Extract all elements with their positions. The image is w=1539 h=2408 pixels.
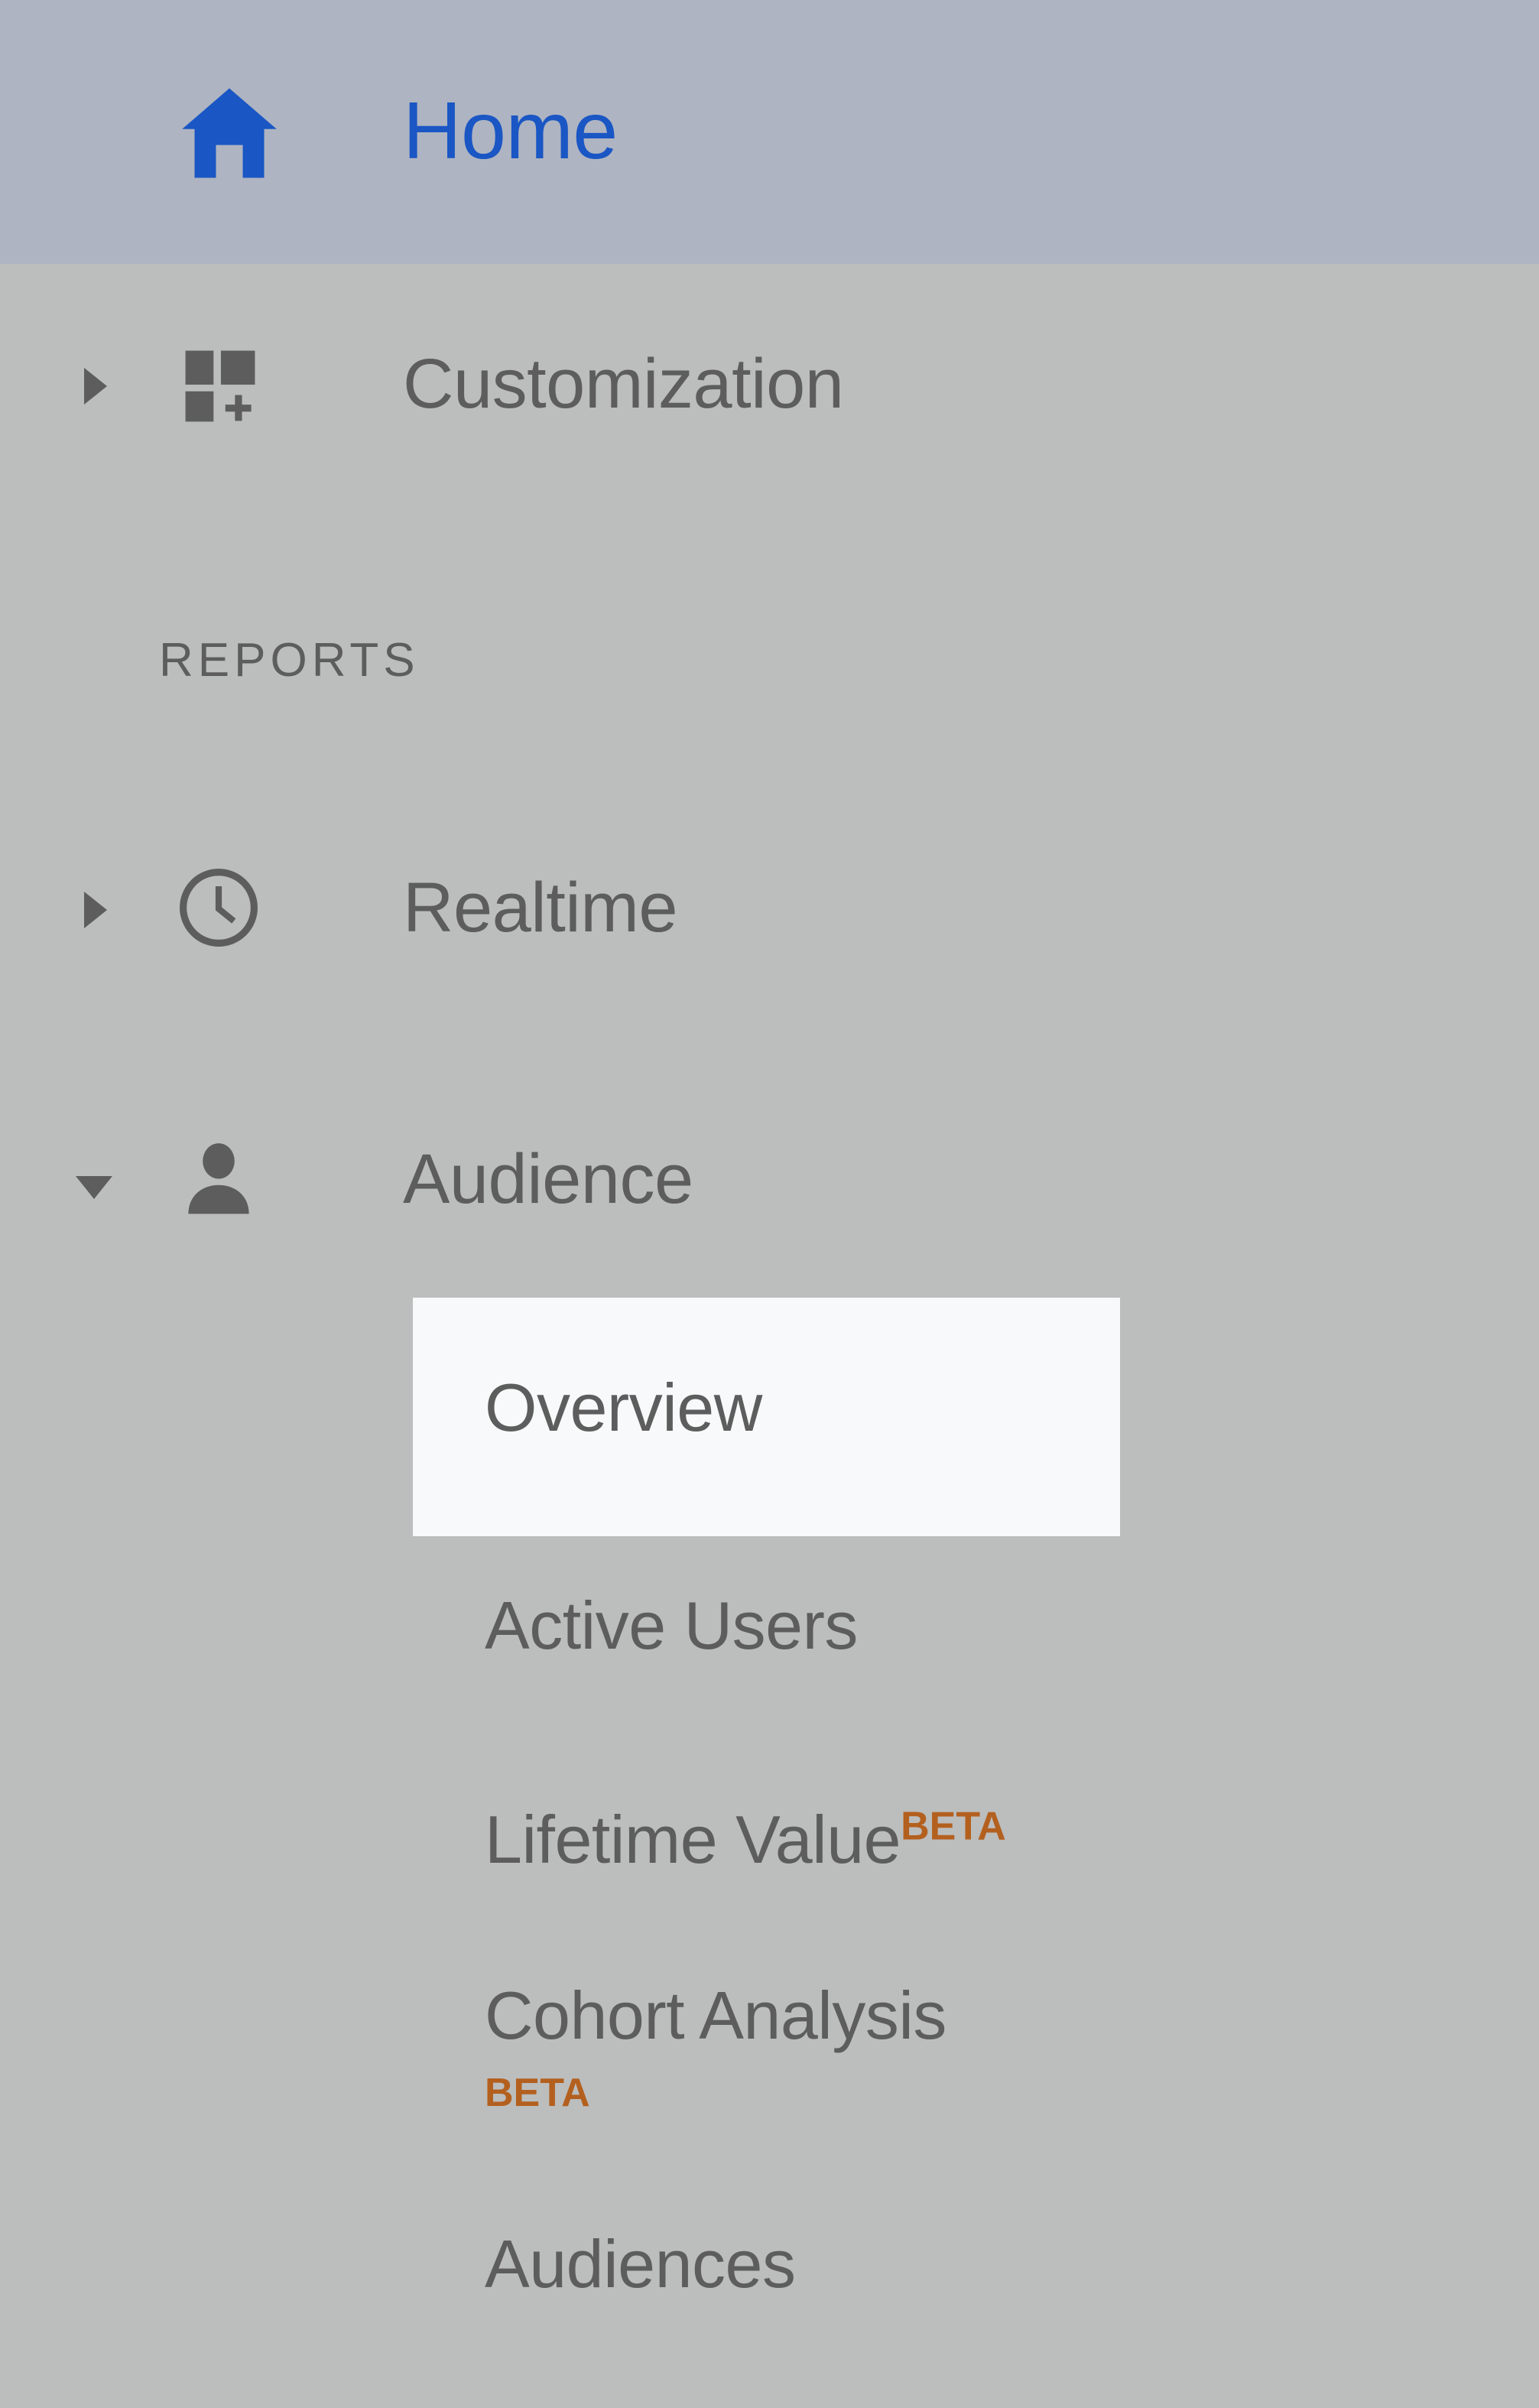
- chevron-right-icon-customization[interactable]: [69, 359, 122, 413]
- beta-badge-cohort-analysis: BETA: [485, 2071, 590, 2115]
- sidebar-subitem-audiences[interactable]: Audiences: [485, 2225, 796, 2303]
- beta-badge-lifetime-value: BETA: [901, 1804, 1006, 1849]
- sidebar-subitem-overview[interactable]: Overview: [485, 1369, 762, 1447]
- dashboard-plus-icon: [176, 341, 265, 430]
- sidebar-item-realtime[interactable]: Realtime: [0, 830, 1539, 990]
- sidebar-item-customization[interactable]: Customization: [0, 306, 1539, 466]
- sidebar-item-home[interactable]: Home: [0, 0, 1539, 264]
- section-header-reports: REPORTS: [159, 634, 420, 687]
- chevron-down-icon-audience[interactable]: [67, 1161, 121, 1214]
- clock-icon: [174, 863, 263, 952]
- sidebar-item-label-home: Home: [403, 86, 618, 176]
- sidebar-subitem-lifetime-value[interactable]: Lifetime ValueBETA: [485, 1801, 1006, 1879]
- home-icon: [170, 73, 289, 193]
- sidebar-item-audience[interactable]: Audience: [0, 1101, 1539, 1262]
- sidebar-item-label-realtime: Realtime: [403, 869, 678, 947]
- person-icon: [174, 1135, 263, 1223]
- sidebar-subitem-label-lifetime-value: Lifetime Value: [485, 1802, 901, 1877]
- sidebar-subitem-cohort-analysis[interactable]: Cohort Analysis: [485, 1977, 946, 2055]
- sidebar-subitem-active-users[interactable]: Active Users: [485, 1587, 858, 1665]
- chevron-right-icon-realtime[interactable]: [69, 883, 122, 937]
- sidebar-item-label-customization: Customization: [403, 345, 844, 423]
- sidebar-item-label-audience: Audience: [403, 1140, 693, 1218]
- left-navigation-sidebar: Home Customization REPORTS Realtime Audi…: [0, 0, 1539, 2408]
